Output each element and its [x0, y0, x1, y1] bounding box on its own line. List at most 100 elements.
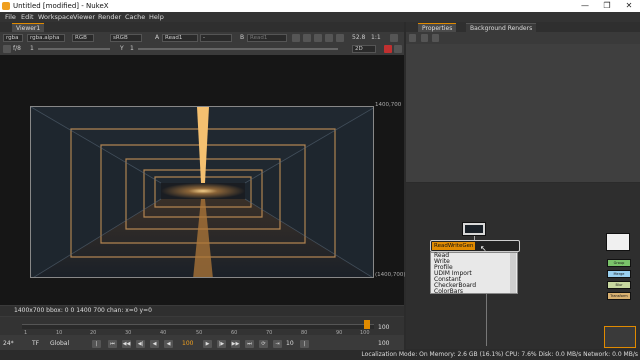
increment-value[interactable]: 10: [286, 340, 294, 348]
node-connection: [486, 294, 487, 346]
tick-label: 40: [160, 330, 167, 336]
viewer-toolbar-bottom: f/8 1 Y 1 2D: [0, 44, 404, 54]
clipping-icon[interactable]: [303, 34, 311, 42]
out-point-icon[interactable]: |: [300, 340, 309, 348]
split-icon[interactable]: [394, 45, 402, 53]
menu-bar: File Edit Workspace Viewer Render Cache …: [0, 12, 640, 22]
step-forward-icon[interactable]: |▶: [217, 340, 226, 348]
menu-workspace[interactable]: Workspace: [38, 12, 74, 22]
time-format-select[interactable]: TF: [32, 340, 39, 348]
fstop-value[interactable]: f/8: [13, 45, 21, 53]
input-b-select[interactable]: Read1: [247, 34, 287, 42]
pause-icon[interactable]: [336, 34, 344, 42]
settings-icon[interactable]: [390, 34, 398, 42]
status-bar: Localization Mode: On Memory: 2.6 GB (16…: [0, 350, 640, 360]
side-node[interactable]: Transform: [607, 292, 631, 300]
navigator-thumbnail[interactable]: [604, 326, 636, 348]
alpha-channel-select[interactable]: rgba.alpha: [27, 34, 65, 42]
lut-select[interactable]: sRGB: [110, 34, 142, 42]
record-icon[interactable]: [384, 45, 392, 53]
channels-select[interactable]: rgba: [3, 34, 23, 42]
loop-icon[interactable]: ⟳: [259, 340, 268, 348]
tick-label: 10: [56, 330, 63, 336]
gamma-label: Y: [120, 45, 124, 52]
read-node-thumbnail: [465, 225, 483, 233]
frame-range-scope[interactable]: Global: [50, 340, 69, 348]
play-backward-icon[interactable]: ◀: [150, 340, 159, 348]
fps-value[interactable]: 24*: [3, 340, 14, 348]
gain-value[interactable]: 1: [30, 45, 34, 53]
first-frame-icon[interactable]: ⏮: [108, 340, 117, 348]
suggestion-colorbars[interactable]: ColorBars: [434, 289, 463, 295]
tick-label: 100: [360, 330, 370, 336]
properties-body: [406, 44, 640, 182]
timeline-track[interactable]: [22, 324, 374, 329]
tab-viewer1[interactable]: Viewer1: [12, 23, 45, 32]
nuke-logo-icon: [2, 2, 10, 10]
properties-toolbar: [406, 33, 640, 43]
title-bar: Untitled [modified] - NukeX — ❐ ✕: [0, 0, 640, 12]
input-b-label: B: [240, 34, 245, 41]
maximize-button[interactable]: ❐: [597, 0, 617, 12]
frame-size-label: 1400,700: [375, 102, 402, 108]
gamma-slider[interactable]: [138, 48, 338, 50]
prev-keyframe-icon[interactable]: ◀◀: [122, 340, 131, 348]
last-frame-icon[interactable]: ⏭: [245, 340, 254, 348]
timeline-end-frame[interactable]: 100: [378, 324, 389, 331]
menu-viewer[interactable]: Viewer: [73, 12, 95, 22]
menu-help[interactable]: Help: [149, 12, 164, 22]
timeline-playhead[interactable]: [364, 320, 370, 329]
tick-label: 60: [231, 330, 238, 336]
wipe-select[interactable]: -: [200, 34, 232, 42]
gamma-value[interactable]: 1: [130, 45, 134, 53]
status-bar-text: Localization Mode: On Memory: 2.6 GB (16…: [361, 351, 638, 358]
menu-render[interactable]: Render: [98, 12, 121, 22]
suggestion-scrollbar[interactable]: [510, 253, 516, 293]
side-node[interactable]: [606, 233, 630, 251]
input-a-select[interactable]: Read1: [162, 34, 198, 42]
colorspace-select[interactable]: RGB: [72, 34, 94, 42]
lock-icon[interactable]: [421, 34, 428, 42]
window-title: Untitled [modified] - NukeX: [13, 2, 109, 10]
tab-properties[interactable]: Properties: [418, 23, 457, 32]
side-node[interactable]: Group: [607, 259, 631, 267]
proxy-ratio[interactable]: 1:1: [371, 34, 381, 42]
node-suggestion-list[interactable]: Read Write Profile UDIM Import Constant …: [430, 252, 518, 295]
current-frame-field[interactable]: 100: [182, 340, 193, 348]
mask-icon[interactable]: [325, 34, 333, 42]
view-mode-select[interactable]: 2D: [352, 45, 376, 53]
increment-icon[interactable]: ⇥: [273, 340, 282, 348]
max-panels-icon[interactable]: [409, 34, 416, 42]
clear-panels-icon[interactable]: [432, 34, 439, 42]
tick-label: 50: [196, 330, 203, 336]
tick-label: 20: [90, 330, 97, 336]
tick-label: 80: [301, 330, 308, 336]
tick-label: 70: [266, 330, 273, 336]
gain-slider[interactable]: [38, 48, 110, 50]
play-forward-icon[interactable]: ▶: [203, 340, 212, 348]
tick-label: 90: [336, 330, 343, 336]
out-frame-field[interactable]: 100: [378, 340, 389, 348]
side-node[interactable]: Merge: [607, 270, 631, 278]
overlay-icon[interactable]: [314, 34, 322, 42]
step-back-icon[interactable]: ◀|: [136, 340, 145, 348]
menu-edit[interactable]: Edit: [21, 12, 34, 22]
zoom-value[interactable]: 52.8: [352, 34, 365, 42]
side-node[interactable]: Blur: [607, 281, 631, 289]
next-keyframe-icon[interactable]: ▶▶: [231, 340, 240, 348]
minimize-button[interactable]: —: [575, 0, 595, 12]
step-back-increment-icon[interactable]: ◀: [164, 340, 173, 348]
menu-file[interactable]: File: [5, 12, 16, 22]
in-point-icon[interactable]: |: [92, 340, 101, 348]
read-node[interactable]: [462, 222, 486, 236]
viewer-info-text: 1400x700 bbox: 0 0 1400 700 chan: x=0 y=…: [14, 307, 152, 314]
roi-icon[interactable]: [292, 34, 300, 42]
fstop-icon[interactable]: [3, 45, 11, 53]
node-search-input[interactable]: ReadWriteGen: [432, 242, 476, 250]
tunnel-image: [31, 107, 373, 277]
menu-cache[interactable]: Cache: [125, 12, 145, 22]
frame-corner-label: (1400,700): [375, 272, 406, 278]
viewer-info-bar: 1400x700 bbox: 0 0 1400 700 chan: x=0 y=…: [0, 306, 404, 316]
tab-background-renders[interactable]: Background Renders: [466, 23, 537, 32]
close-button[interactable]: ✕: [619, 0, 639, 12]
